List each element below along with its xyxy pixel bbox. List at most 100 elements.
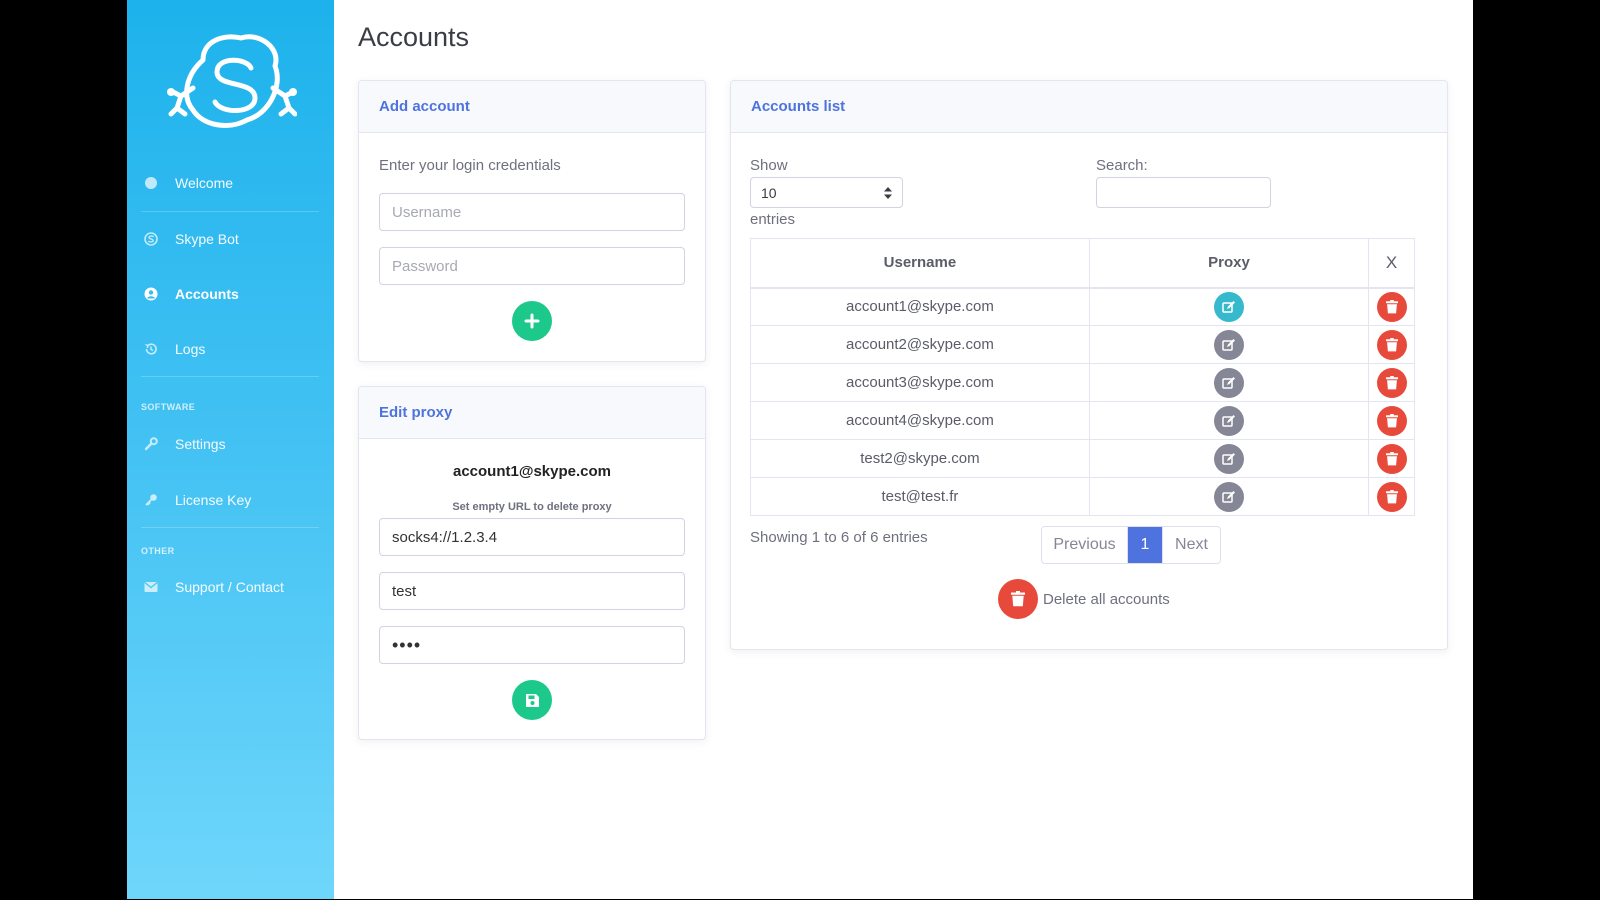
username-input[interactable] [379,193,685,231]
entries-label: entries [750,211,796,228]
trash-icon [1385,299,1398,314]
entries-select-value: 10 [761,184,777,201]
table-row: account1@skype.com [750,287,1415,326]
delete-all-label: Delete all accounts [1043,590,1170,608]
proxy-hint: Set empty URL to delete proxy [452,501,612,513]
page-title: Accounts [358,22,470,52]
column-header-proxy[interactable]: Proxy [1088,238,1370,289]
table-row: account4@skype.com [750,401,1415,440]
edit-proxy-button[interactable] [1214,329,1244,360]
sidebar-heading-other: OTHER [141,546,175,556]
nav-divider [141,211,319,212]
edit-proxy-button[interactable] [1214,481,1244,512]
proxy-cell [1088,477,1370,516]
sidebar: Welcome Skype Bot Accounts Logs SOFTWARE [127,0,334,899]
edit-proxy-button[interactable] [1214,367,1244,398]
proxy-password-input[interactable] [379,626,685,664]
delete-all-icon-button[interactable] [998,579,1038,619]
selected-account: account1@skype.com [452,463,612,480]
search-input[interactable] [1096,177,1271,208]
card-title: Add account [359,81,705,133]
delete-cell [1368,287,1415,326]
sort-arrows-icon [884,187,892,199]
delete-account-button[interactable] [1376,329,1407,360]
edit-proxy-button[interactable] [1214,405,1244,436]
table-row: test@test.fr [750,477,1415,516]
sidebar-item-welcome[interactable]: Welcome [141,163,319,203]
pagination-next[interactable]: Next [1162,527,1220,563]
pagination-page-1[interactable]: 1 [1128,527,1162,563]
sidebar-item-label: Accounts [175,286,239,302]
proxy-cell [1088,287,1370,326]
delete-all-button[interactable]: Delete all accounts [998,579,1170,619]
edit-icon [1222,490,1235,503]
edit-icon [1222,300,1235,313]
delete-cell [1368,325,1415,364]
username-cell: account3@skype.com [750,363,1090,402]
edit-proxy-button[interactable] [1214,443,1244,474]
nav-divider [141,527,319,528]
delete-account-button[interactable] [1376,291,1407,322]
sidebar-item-label: Support / Contact [175,579,284,595]
edit-proxy-button[interactable] [1214,291,1244,322]
card-subtitle: Enter your login credentials [379,157,561,174]
username-cell: account2@skype.com [750,325,1090,364]
delete-account-button[interactable] [1376,481,1407,512]
pagination-previous[interactable]: Previous [1042,527,1128,563]
search-label: Search: [1096,157,1148,174]
table-row: test2@skype.com [750,439,1415,478]
password-input[interactable] [379,247,685,285]
table-body: account1@skype.com account2@skype.com acco… [750,287,1415,516]
column-header-username[interactable]: Username [750,238,1090,289]
delete-account-button[interactable] [1376,443,1407,474]
table-row: account3@skype.com [750,363,1415,402]
circle-icon [143,175,159,191]
save-proxy-button[interactable] [512,680,552,720]
wrench-icon [143,436,159,452]
sidebar-item-support[interactable]: Support / Contact [141,567,319,607]
proxy-cell [1088,325,1370,364]
skype-icon [143,231,159,247]
delete-cell [1368,439,1415,478]
accounts-table: Username Proxy X account1@skype.com accou… [750,238,1415,516]
username-cell: account4@skype.com [750,401,1090,440]
show-label: Show [750,157,788,174]
app-window: Welcome Skype Bot Accounts Logs SOFTWARE [127,0,1473,899]
add-account-button[interactable] [512,301,552,341]
sidebar-heading-software: SOFTWARE [141,402,196,412]
save-icon [525,693,539,707]
entries-select[interactable]: 10 [750,177,903,208]
user-circle-icon [143,286,159,302]
sidebar-item-settings[interactable]: Settings [141,424,319,464]
sidebar-item-license-key[interactable]: License Key [141,480,319,520]
edit-icon [1222,376,1235,389]
sidebar-item-label: Skype Bot [175,231,239,247]
proxy-url-input[interactable] [379,518,685,556]
sidebar-item-logs[interactable]: Logs [141,329,319,369]
nav-divider [141,376,319,377]
sidebar-item-skype-bot[interactable]: Skype Bot [141,219,319,259]
edit-icon [1222,452,1235,465]
delete-cell [1368,401,1415,440]
proxy-user-input[interactable] [379,572,685,610]
sidebar-item-label: Welcome [175,175,234,191]
proxy-cell [1088,439,1370,478]
envelope-icon [143,579,159,595]
pagination: Previous 1 Next [1041,526,1221,564]
edit-icon [1222,338,1235,351]
skype-bot-logo[interactable] [163,30,297,138]
trash-icon [1385,375,1398,389]
delete-account-button[interactable] [1376,367,1407,398]
card-title: Accounts list [731,81,1447,133]
trash-icon [1385,413,1398,427]
sidebar-item-accounts[interactable]: Accounts [141,274,319,314]
delete-account-button[interactable] [1376,405,1407,436]
sidebar-item-label: License Key [175,492,252,508]
trash-icon [1385,489,1398,503]
edit-proxy-card: Edit proxy account1@skype.com Set empty … [358,386,706,740]
username-cell: test2@skype.com [750,439,1090,478]
column-header-delete[interactable]: X [1368,238,1415,289]
proxy-cell [1088,363,1370,402]
table-header-row: Username Proxy X [750,238,1415,289]
delete-cell [1368,363,1415,402]
